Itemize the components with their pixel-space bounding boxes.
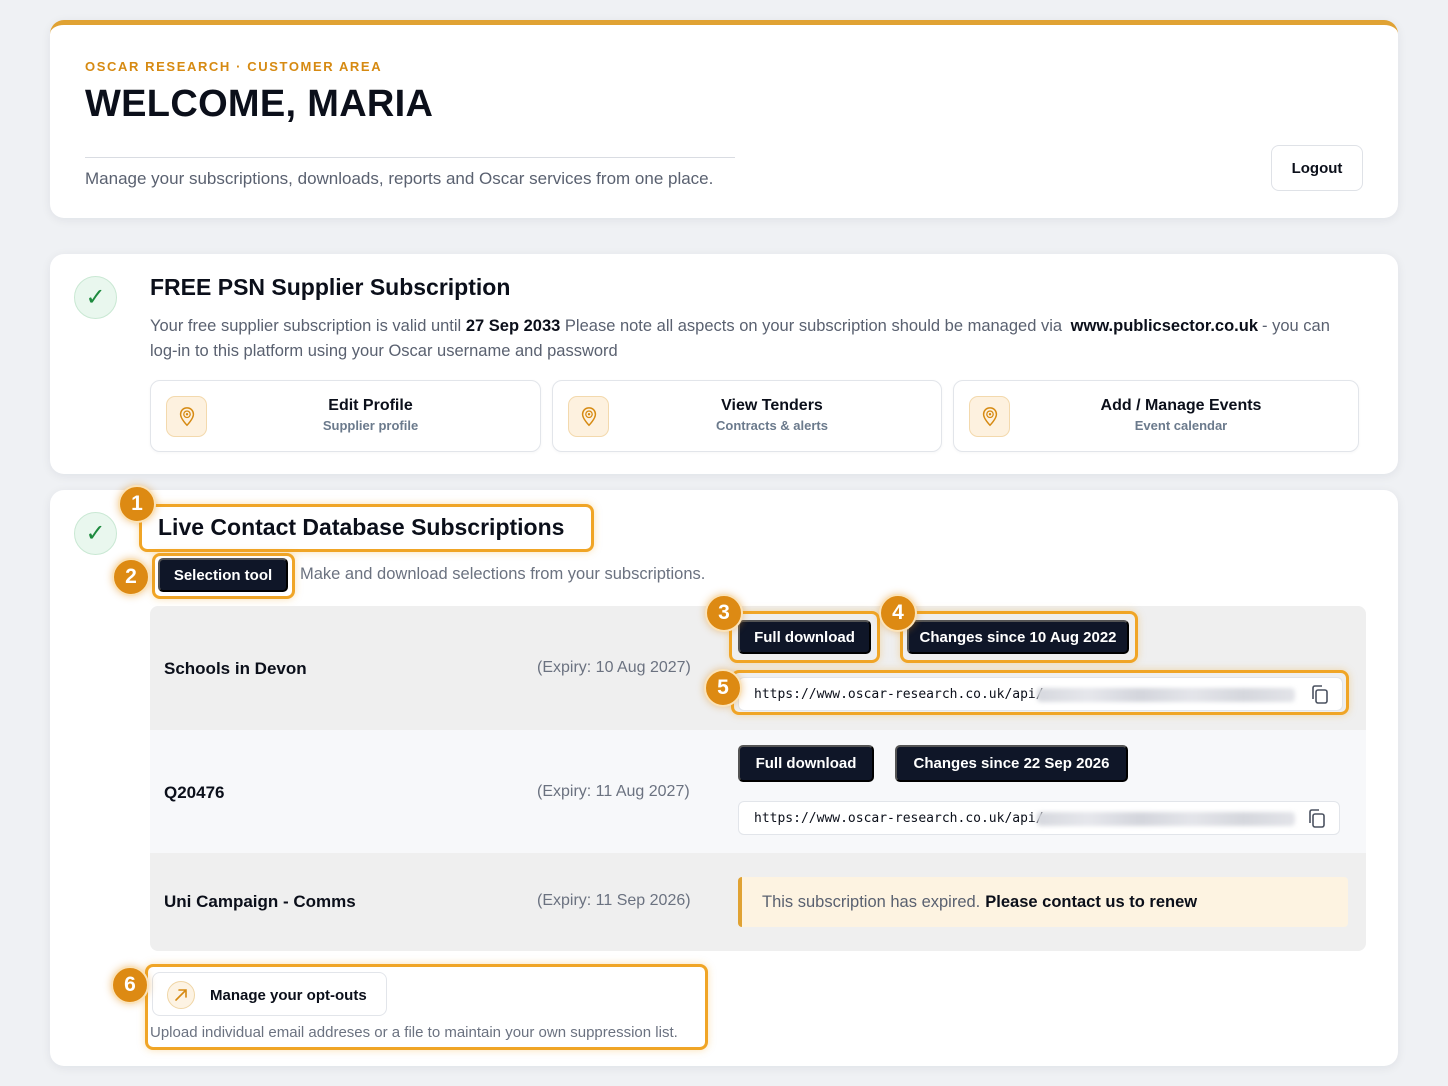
tile-subtitle: Supplier profile	[322, 418, 419, 433]
step-marker-4: 4	[879, 594, 917, 632]
table-row: Q20476 (Expiry: 11 Aug 2027) Full downlo…	[150, 730, 1366, 853]
optout-description: Upload individual email addreses or a fi…	[150, 1024, 678, 1041]
subscription-name: Uni Campaign - Comms	[164, 892, 356, 911]
renew-link[interactable]: Please contact us to renew	[985, 893, 1197, 912]
location-pin-icon	[969, 396, 1010, 437]
api-url-field[interactable]: https://www.oscar-research.co.uk/api/	[738, 801, 1340, 835]
optout-label: Manage your opt-outs	[210, 987, 367, 1004]
check-icon: ✓	[74, 276, 117, 319]
subscription-table: Schools in Devon (Expiry: 10 Aug 2027) F…	[150, 606, 1366, 951]
subscription-expiry: (Expiry: 11 Sep 2026)	[537, 892, 691, 909]
psn-subscription-card: ✓ FREE PSN Supplier Subscription Your fr…	[50, 254, 1398, 474]
header-eyebrow: OSCAR RESEARCH · CUSTOMER AREA	[85, 59, 383, 74]
api-key-redacted	[1037, 688, 1295, 702]
tile-subtitle: Contracts & alerts	[716, 418, 828, 433]
header-divider	[85, 157, 735, 158]
step-marker-5: 5	[704, 669, 742, 707]
psn-valid-until: 27 Sep 2033	[465, 317, 561, 335]
psn-description: Your free supplier subscription is valid…	[150, 314, 1360, 364]
psn-title: FREE PSN Supplier Subscription	[150, 274, 511, 300]
live-database-card: ✓ Live Contact Database Subscriptions Se…	[50, 485, 1398, 1066]
tile-title: Add / Manage Events	[1100, 397, 1262, 414]
header-description: Manage your subscriptions, downloads, re…	[85, 169, 714, 188]
view-tenders-tile[interactable]: View Tenders Contracts & alerts	[552, 380, 942, 452]
table-row: Schools in Devon (Expiry: 10 Aug 2027) F…	[150, 606, 1366, 730]
psn-text-middle: Please note all aspects on your subscrip…	[564, 317, 1063, 335]
live-section-title: Live Contact Database Subscriptions	[158, 514, 565, 540]
full-download-button[interactable]: Full download	[738, 745, 874, 782]
subscription-expiry: (Expiry: 10 Aug 2027)	[537, 659, 691, 676]
location-pin-icon	[166, 396, 207, 437]
manage-optouts-button[interactable]: Manage your opt-outs	[152, 972, 387, 1016]
api-url-text: https://www.oscar-research.co.uk/api/	[754, 687, 1044, 702]
page-title: WELCOME, MARIA	[85, 83, 434, 125]
step-marker-1: 1	[118, 485, 156, 523]
changes-since-button[interactable]: Changes since 10 Aug 2022	[907, 620, 1129, 654]
edit-profile-tile[interactable]: Edit Profile Supplier profile	[150, 380, 541, 452]
step-marker-6: 6	[111, 966, 149, 1004]
psn-domain-link[interactable]: www.publicsector.co.uk	[1071, 317, 1258, 335]
subscription-name: Schools in Devon	[164, 659, 307, 678]
subscription-expiry: (Expiry: 11 Aug 2027)	[537, 783, 690, 800]
api-url-field[interactable]: https://www.oscar-research.co.uk/api/	[738, 677, 1343, 711]
expired-notice: This subscription has expired. Please co…	[738, 877, 1348, 927]
copy-icon[interactable]	[1307, 808, 1327, 830]
manage-events-tile[interactable]: Add / Manage Events Event calendar	[953, 380, 1359, 452]
subscription-name: Q20476	[164, 783, 225, 802]
copy-icon[interactable]	[1310, 684, 1330, 706]
full-download-button[interactable]: Full download	[738, 620, 871, 654]
check-icon: ✓	[74, 512, 117, 555]
tile-subtitle: Event calendar	[1134, 418, 1228, 433]
logout-button[interactable]: Logout	[1271, 145, 1363, 191]
tile-title: Edit Profile	[328, 397, 413, 414]
step-marker-3: 3	[705, 594, 743, 632]
api-url-text: https://www.oscar-research.co.uk/api/	[754, 811, 1044, 826]
selection-tool-button[interactable]: Selection tool	[158, 558, 288, 592]
api-key-redacted	[1037, 812, 1295, 826]
changes-since-button[interactable]: Changes since 22 Sep 2026	[895, 745, 1128, 782]
step-marker-2: 2	[112, 558, 150, 596]
expired-text: This subscription has expired.	[762, 892, 981, 911]
location-pin-icon	[568, 396, 609, 437]
arrow-up-right-icon	[167, 981, 195, 1009]
selection-tool-description: Make and download selections from your s…	[300, 565, 706, 583]
tile-title: View Tenders	[721, 397, 823, 414]
psn-text-before: Your free supplier subscription is valid…	[150, 317, 462, 335]
welcome-header-card: OSCAR RESEARCH · CUSTOMER AREA WELCOME, …	[50, 20, 1398, 218]
table-row: Uni Campaign - Comms (Expiry: 11 Sep 202…	[150, 853, 1366, 951]
